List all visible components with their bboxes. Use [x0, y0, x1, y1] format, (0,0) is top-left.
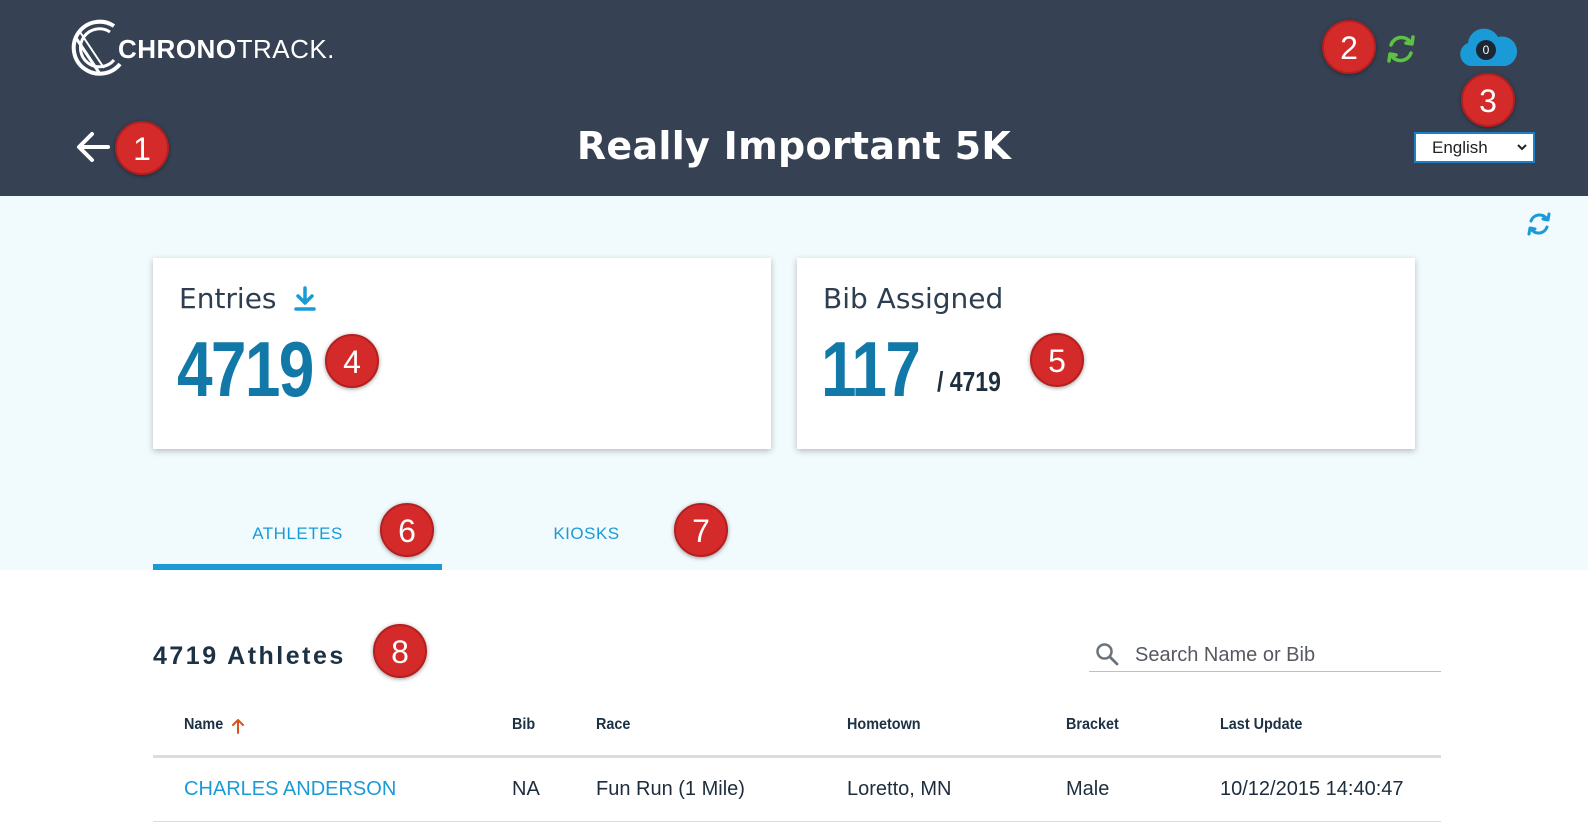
entries-count: 4719	[177, 325, 314, 413]
table-header-row: Name Bib Race Hometown Bracket Last Upda…	[153, 700, 1441, 758]
bib-assigned-count: 117	[821, 325, 921, 413]
entries-label: Entries	[179, 282, 277, 315]
pending-sync-count-badge: 0	[1476, 40, 1496, 60]
callout-marker-5: 5	[1030, 333, 1084, 387]
download-icon[interactable]	[293, 286, 317, 312]
search-icon	[1096, 643, 1119, 666]
bib-total-count: / 4719	[937, 366, 1001, 397]
logo-text-light: TRACK.	[236, 34, 335, 64]
bib-assigned-card: Bib Assigned 117 / 4719	[797, 258, 1415, 449]
callout-marker-8: 8	[373, 624, 427, 678]
chevron-down-icon	[1517, 144, 1527, 151]
callout-marker-3: 3	[1461, 73, 1515, 127]
column-header-name[interactable]: Name	[184, 716, 223, 734]
callout-marker-6: 6	[380, 503, 434, 557]
language-selected-value: English	[1432, 138, 1488, 157]
sort-ascending-arrow-icon[interactable]	[231, 718, 245, 734]
athletes-table: Name Bib Race Hometown Bracket Last Upda…	[153, 700, 1441, 822]
search-input[interactable]	[1135, 642, 1435, 668]
column-header-last-update[interactable]: Last Update	[1220, 716, 1302, 734]
chronotrack-logo: CHRONOTRACK.	[70, 18, 340, 80]
page-title: Really Important 5K	[576, 124, 1012, 168]
callout-marker-2: 2	[1322, 20, 1376, 74]
column-header-bib[interactable]: Bib	[512, 716, 535, 734]
athlete-hometown: Loretto, MN	[847, 778, 952, 800]
entries-card: Entries 4719	[153, 258, 771, 449]
athletes-count-heading: 4719 Athletes	[153, 642, 346, 670]
table-row[interactable]: CHARLES ANDERSON NA Fun Run (1 Mile) Lor…	[153, 758, 1441, 822]
search-box	[1089, 636, 1441, 672]
athlete-last-update: 10/12/2015 14:40:47	[1220, 778, 1404, 800]
column-header-hometown[interactable]: Hometown	[847, 716, 921, 734]
refresh-icon[interactable]	[1526, 210, 1552, 238]
callout-marker-4: 4	[325, 334, 379, 388]
column-header-race[interactable]: Race	[596, 716, 630, 734]
callout-marker-1: 1	[115, 121, 169, 175]
athlete-name-link[interactable]: CHARLES ANDERSON	[184, 778, 396, 801]
sync-icon[interactable]	[1384, 32, 1418, 66]
athlete-race: Fun Run (1 Mile)	[596, 778, 745, 800]
language-select[interactable]: English	[1414, 132, 1535, 163]
athlete-bracket: Male	[1066, 778, 1110, 800]
callout-marker-7: 7	[674, 503, 728, 557]
logo-text-bold: CHRONO	[118, 34, 237, 64]
athlete-bib: NA	[512, 778, 540, 800]
column-header-bracket[interactable]: Bracket	[1066, 716, 1119, 734]
bib-assigned-label: Bib Assigned	[823, 282, 1004, 315]
